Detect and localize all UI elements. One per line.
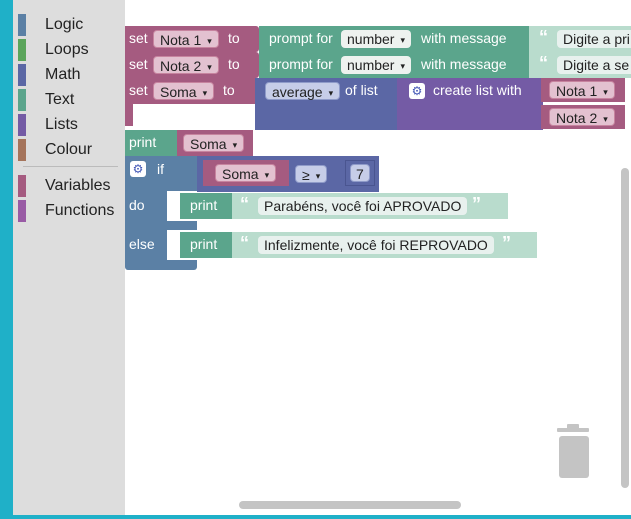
category-label: Colour [45,141,93,158]
category-math[interactable]: Math [13,64,125,86]
type-dropdown[interactable]: number ▾ [341,56,411,74]
do-label: do [129,197,145,213]
gear-icon[interactable]: ⚙ [409,83,425,99]
blockly-frame: Logic Loops Math Text Lists Colour Varia… [13,0,631,515]
prompt-block[interactable]: prompt for number ▾ with message [259,26,529,52]
quote-open-icon: “ [539,27,548,47]
category-color [18,14,26,36]
message-field[interactable]: Digite a se [557,56,631,74]
category-color [18,114,26,136]
quote-close-icon: ” [472,194,481,214]
print-label: print [190,197,218,213]
set-soma-tail [125,104,133,126]
set-nota2-block[interactable]: set Nota 2 ▾ to [125,52,259,78]
category-color [18,39,26,61]
operator-dropdown[interactable]: ≥ ▾ [295,165,328,183]
variable-dropdown[interactable]: Soma ▾ [215,164,277,182]
category-label: Loops [45,41,89,58]
prompt-for-label: prompt for [269,30,333,46]
number-block[interactable]: 7 [345,160,375,186]
print-block[interactable]: print [180,193,232,219]
with-message-label: with message [421,30,507,46]
quote-open-icon: “ [240,233,249,253]
set-soma-block[interactable]: set Soma ▾ to [125,78,259,104]
text-field[interactable]: Infelizmente, você foi REPROVADO [258,236,494,254]
category-color [18,139,26,161]
prompt-for-label: prompt for [269,56,333,72]
variable-get-block[interactable]: Soma ▾ [177,130,253,156]
average-block[interactable]: average ▾ of list [255,78,397,130]
text-block[interactable]: “ Digite a se [529,52,631,78]
category-loops[interactable]: Loops [13,39,125,61]
variable-dropdown[interactable]: Nota 2 ▾ [549,108,615,126]
type-dropdown[interactable]: number ▾ [341,30,411,48]
category-label: Math [45,66,81,83]
print-block[interactable]: print [180,232,232,258]
category-label: Lists [45,116,78,133]
prompt-block[interactable]: prompt for number ▾ with message [259,52,529,78]
variable-dropdown[interactable]: Soma ▾ [183,134,245,152]
to-label: to [228,30,240,46]
set-label: set [129,30,148,46]
print-label: print [129,134,157,150]
with-message-label: with message [421,56,507,72]
to-label: to [228,56,240,72]
vertical-scrollbar[interactable] [621,168,629,488]
set-label: set [129,82,148,98]
list-item-nota2[interactable]: Nota 2 ▾ [541,105,625,129]
category-text[interactable]: Text [13,89,125,111]
category-color [18,175,26,197]
toolbox-separator [23,166,118,167]
if-label: if [157,161,164,177]
category-color [18,200,26,222]
text-block[interactable]: “ Parabéns, você foi APROVADO ” [232,193,508,219]
quote-open-icon: “ [240,194,249,214]
math-function-dropdown[interactable]: average ▾ [265,82,341,100]
print-label: print [190,236,218,252]
variable-dropdown[interactable]: Nota 1 ▾ [153,30,219,48]
compare-block[interactable]: Soma ▾ ≥ ▾ 7 [197,156,379,192]
create-list-block[interactable]: ⚙ create list with [397,78,543,130]
set-nota1-block[interactable]: set Nota 1 ▾ to [125,26,259,52]
category-color [18,64,26,86]
category-variables[interactable]: Variables [13,175,125,197]
text-field[interactable]: Parabéns, você foi APROVADO [258,197,468,215]
quote-close-icon: ” [502,233,511,253]
message-field[interactable]: Digite a pri [557,30,631,48]
category-colour[interactable]: Colour [13,139,125,161]
else-label: else [129,236,155,252]
list-item-nota1[interactable]: Nota 1 ▾ [541,78,625,102]
text-block[interactable]: “ Infelizmente, você foi REPROVADO ” [232,232,537,258]
toolbox: Logic Loops Math Text Lists Colour Varia… [13,0,125,515]
trash-icon[interactable] [555,424,591,480]
of-list-label: of list [345,82,378,98]
category-functions[interactable]: Functions [13,200,125,222]
category-color [18,89,26,111]
category-label: Logic [45,16,84,33]
create-list-label: create list with [433,82,522,98]
workspace[interactable]: set Nota 1 ▾ to prompt for number ▾ with m… [125,0,631,515]
category-logic[interactable]: Logic [13,14,125,36]
category-label: Text [45,91,75,108]
variable-dropdown[interactable]: Soma ▾ [153,82,215,100]
set-label: set [129,56,148,72]
number-field[interactable]: 7 [350,164,370,182]
text-block[interactable]: “ Digite a pri [529,26,631,52]
category-label: Functions [45,202,115,219]
to-label: to [223,82,235,98]
gear-icon[interactable]: ⚙ [130,161,146,177]
category-label: Variables [45,177,111,194]
category-lists[interactable]: Lists [13,114,125,136]
variable-dropdown[interactable]: Nota 1 ▾ [549,81,615,99]
print-block[interactable]: print [125,130,177,156]
horizontal-scrollbar[interactable] [239,501,461,509]
variable-dropdown[interactable]: Nota 2 ▾ [153,56,219,74]
variable-get-block[interactable]: Soma ▾ [203,160,289,186]
quote-open-icon: “ [539,53,548,73]
